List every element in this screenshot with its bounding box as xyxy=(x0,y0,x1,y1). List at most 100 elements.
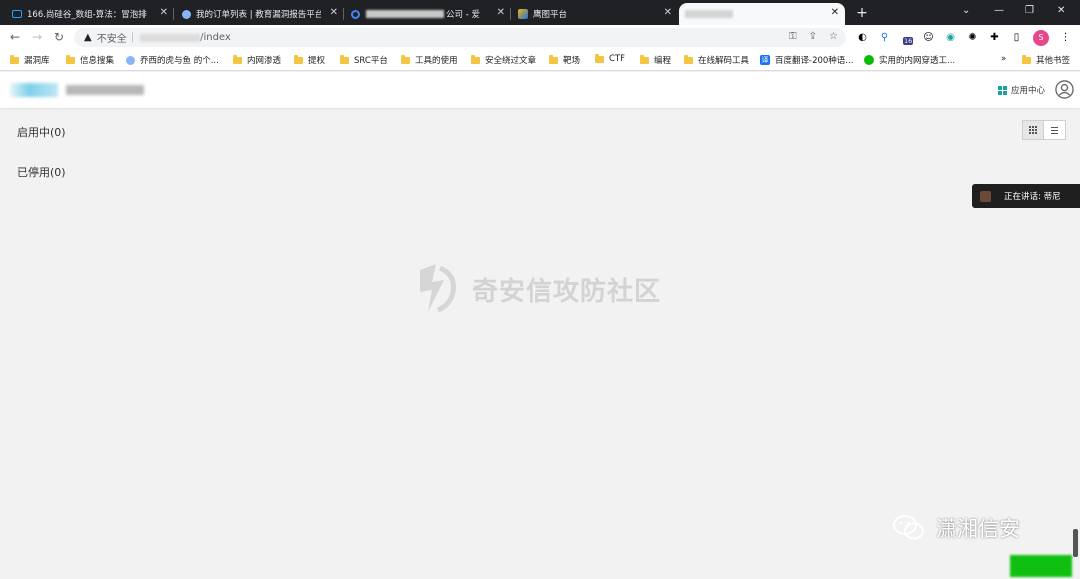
redacted-host xyxy=(140,33,201,42)
globe-icon xyxy=(182,9,191,19)
close-icon[interactable]: ✕ xyxy=(831,7,839,18)
bookmark-link[interactable]: 译百度翻译-200种语... xyxy=(760,54,853,66)
omnibox-actions: ⚿ ⇪ ☆ xyxy=(789,31,838,42)
app-header: 应用中心 xyxy=(0,72,1080,108)
close-icon[interactable]: ✕ xyxy=(330,7,338,18)
bookmarks-overflow-button[interactable]: » xyxy=(1001,54,1006,64)
profile-avatar[interactable]: S xyxy=(1033,30,1049,46)
view-toggle xyxy=(1022,120,1066,140)
bookmark-label: 信息搜集 xyxy=(80,56,115,66)
warning-icon: ▲ xyxy=(84,32,92,43)
bookmark-folder[interactable]: 提权 xyxy=(294,54,325,66)
wechat-logo-icon xyxy=(893,515,924,540)
folder-icon xyxy=(10,54,19,64)
folder-icon xyxy=(595,53,604,63)
security-status: 不安全 xyxy=(96,34,127,45)
speaking-label: 正在讲话: 蒂尼 xyxy=(1004,192,1061,202)
key-icon[interactable]: ⚿ xyxy=(789,31,797,42)
bookmark-folder[interactable]: 在线解码工具 xyxy=(684,54,749,66)
pin-icon[interactable]: ⚲ xyxy=(877,30,892,45)
back-button[interactable]: ← xyxy=(7,29,23,45)
tab-divider xyxy=(343,8,344,20)
grid-view-button[interactable] xyxy=(1022,120,1044,140)
extension-badge-icon[interactable]: 16 xyxy=(899,30,914,45)
list-view-button[interactable] xyxy=(1044,120,1066,140)
bookmark-folder[interactable]: SRC平台 xyxy=(340,54,388,66)
other-bookmarks[interactable]: 其他书签 xyxy=(1022,54,1070,66)
bookmark-label: 工具的使用 xyxy=(415,56,458,66)
redacted-text xyxy=(366,10,444,18)
watermark: 奇安信攻防社区 xyxy=(410,262,661,316)
bookmark-label: 其他书签 xyxy=(1036,56,1071,66)
bookmark-label: 乔西的虎与鱼 的个... xyxy=(140,56,219,66)
tab-title: 我的订单列表 | 教育漏洞报告平台 xyxy=(196,10,321,20)
bookmark-link[interactable]: 乔西的虎与鱼 的个... xyxy=(126,54,219,66)
tab-title: 鹰图平台 xyxy=(533,10,568,20)
bookmark-link[interactable]: 实用的内网穿透工... xyxy=(864,54,955,66)
reload-button[interactable]: ↻ xyxy=(51,29,67,45)
cat-icon[interactable]: ☺ xyxy=(921,30,936,45)
redacted-text xyxy=(685,10,733,18)
list-view-icon xyxy=(1051,126,1058,134)
tv-icon xyxy=(12,10,22,18)
grid-view-icon xyxy=(1029,126,1037,134)
bookmark-folder[interactable]: 漏洞库 xyxy=(10,54,50,66)
folder-icon xyxy=(66,54,75,64)
bookmark-folder[interactable]: 靶场 xyxy=(549,54,580,66)
folder-icon xyxy=(549,54,558,64)
watermark-text: 奇安信攻防社区 xyxy=(472,276,662,307)
new-tab-button[interactable]: + xyxy=(853,4,871,22)
folder-icon xyxy=(294,54,303,64)
tab-divider xyxy=(510,8,511,20)
app-center-link[interactable]: 应用中心 xyxy=(998,84,1045,96)
globe-extension-icon[interactable]: ◉ xyxy=(943,30,958,45)
bookmark-folder[interactable]: 工具的使用 xyxy=(401,54,458,66)
redacted-corner xyxy=(1010,555,1072,577)
forward-button[interactable]: → xyxy=(29,29,45,45)
close-window-icon[interactable]: ✕ xyxy=(1057,5,1065,16)
folder-icon xyxy=(340,54,349,64)
bookmark-label: 安全绕过文章 xyxy=(485,56,537,66)
bookmark-folder[interactable]: 信息搜集 xyxy=(66,54,114,66)
bookmark-label: 提权 xyxy=(308,56,326,66)
scrollbar-thumb[interactable] xyxy=(1073,529,1078,557)
share-icon[interactable]: ⇪ xyxy=(809,31,817,42)
disabled-section-title: 已停用(0) xyxy=(17,166,66,179)
bookmark-label: CTF xyxy=(609,54,626,64)
bookmark-folder[interactable]: 内网渗透 xyxy=(233,54,281,66)
footer-brand: 潇湘信安 xyxy=(892,513,1020,543)
restore-icon[interactable]: ❐ xyxy=(1025,5,1034,16)
bookmark-folder[interactable]: CTF xyxy=(595,53,626,64)
speaker-avatar xyxy=(980,190,991,202)
tab-orders[interactable]: 我的订单列表 | 教育漏洞报告平台 ✕ xyxy=(176,3,344,25)
folder-icon xyxy=(401,54,410,64)
brand-text: 潇湘信安 xyxy=(936,517,1020,541)
chevron-down-icon[interactable]: ⌄ xyxy=(962,5,970,16)
tab-company[interactable]: 公司 - 爱 ✕ xyxy=(345,3,511,25)
close-icon[interactable]: ✕ xyxy=(160,7,168,18)
user-avatar-icon[interactable] xyxy=(1055,80,1074,99)
extension-circle-icon[interactable]: ◐ xyxy=(855,30,870,45)
folder-icon xyxy=(1022,54,1031,64)
bookmark-label: 靶场 xyxy=(563,56,581,66)
gear-extension-icon[interactable]: ✺ xyxy=(965,30,980,45)
tab-active[interactable]: ✕ xyxy=(679,3,845,25)
sidebar-icon[interactable]: ▯ xyxy=(1009,30,1024,45)
translate-icon: 译 xyxy=(760,55,770,65)
address-bar[interactable]: ▲ 不安全 | /index ⚿ ⇪ ☆ xyxy=(74,28,846,47)
extension-badge: 16 xyxy=(903,37,914,45)
menu-icon[interactable]: ⋮ xyxy=(1058,30,1073,45)
url-path: /index xyxy=(200,32,231,43)
tab-hawk[interactable]: 鹰图平台 ✕ xyxy=(512,3,678,25)
bookmark-folder[interactable]: 安全绕过文章 xyxy=(471,54,536,66)
puzzle-icon[interactable]: ✚ xyxy=(987,30,1002,45)
bookmark-label: 在线解码工具 xyxy=(698,56,750,66)
close-icon[interactable]: ✕ xyxy=(497,7,505,18)
tab-video[interactable]: 166.尚硅谷_数组-算法：冒泡排序 ✕ xyxy=(6,3,174,25)
bookmark-label: 实用的内网穿透工... xyxy=(879,56,956,66)
star-icon[interactable]: ☆ xyxy=(829,31,838,42)
minimize-icon[interactable]: — xyxy=(994,5,1004,16)
bookmark-folder[interactable]: 编程 xyxy=(640,54,671,66)
close-icon[interactable]: ✕ xyxy=(664,7,672,18)
bookmark-label: 内网渗透 xyxy=(247,56,282,66)
